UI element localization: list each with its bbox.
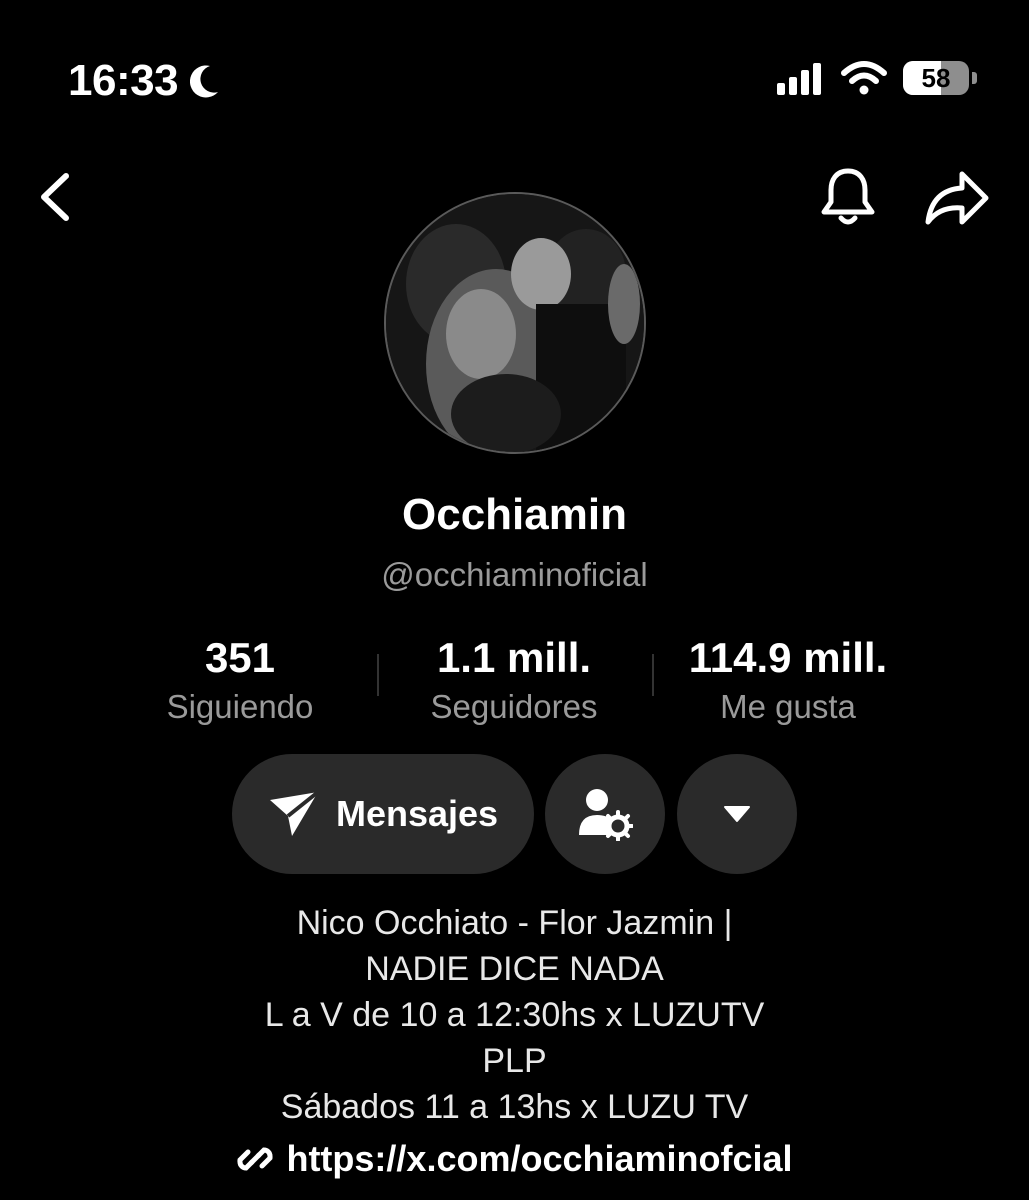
- back-chevron-icon[interactable]: [36, 172, 76, 222]
- bell-icon[interactable]: [818, 166, 878, 228]
- bio-line: Sábados 11 a 13hs x LUZU TV: [280, 1088, 749, 1126]
- battery-nub: [972, 72, 977, 84]
- avatar-photo: [386, 194, 644, 452]
- stat-label: Siguiendo: [166, 688, 314, 725]
- bio-line: PLP: [482, 1042, 547, 1080]
- stat-value: 114.9 mill.: [688, 634, 888, 681]
- stat-following[interactable]: 351 Siguiendo: [140, 634, 340, 726]
- status-bar-time: 16:33: [68, 56, 220, 106]
- stat-likes[interactable]: 114.9 mill. Me gusta: [668, 634, 908, 726]
- share-arrow-icon[interactable]: [922, 168, 992, 228]
- stat-divider: [652, 654, 654, 696]
- stat-followers[interactable]: 1.1 mill. Seguidores: [404, 634, 624, 726]
- moon-icon: [190, 65, 219, 98]
- profile-name: Occhiamin: [402, 490, 627, 539]
- stat-value: 351: [204, 634, 276, 681]
- battery-level-text: 58: [921, 62, 951, 93]
- link-icon: [237, 1147, 274, 1171]
- message-button-label: Mensajes: [335, 793, 499, 834]
- bio-line: NADIE DICE NADA: [365, 950, 664, 988]
- time-text: 16:33: [68, 56, 179, 105]
- bio-line: L a V de 10 a 12:30hs x LUZUTV: [264, 996, 765, 1034]
- bio-link[interactable]: https://x.com/occhiaminofcial: [0, 1138, 1029, 1180]
- profile-bio: Nico Occhiato - Flor Jazmin | NADIE DICE…: [0, 900, 1029, 1130]
- message-button[interactable]: Mensajes: [232, 754, 534, 874]
- stat-divider: [377, 654, 379, 696]
- stat-label: Seguidores: [430, 688, 598, 725]
- user-settings-icon: [579, 789, 633, 841]
- wifi-icon: [841, 61, 887, 95]
- profile-handle: @occhiaminoficial: [381, 556, 648, 593]
- bio-link-text[interactable]: https://x.com/occhiaminofcial: [286, 1138, 792, 1180]
- stat-label: Me gusta: [720, 688, 856, 725]
- status-bar-indicators: 58: [777, 60, 977, 96]
- battery-icon: 58: [903, 61, 969, 95]
- cellular-signal-icon: [777, 61, 821, 95]
- bio-line: Nico Occhiato - Flor Jazmin |: [296, 904, 733, 942]
- manage-friend-button[interactable]: [545, 754, 665, 874]
- more-options-button[interactable]: [677, 754, 797, 874]
- caret-down-icon: [724, 806, 750, 822]
- profile-avatar[interactable]: [384, 192, 646, 454]
- stat-value: 1.1 mill.: [436, 634, 592, 681]
- send-icon: [269, 790, 320, 836]
